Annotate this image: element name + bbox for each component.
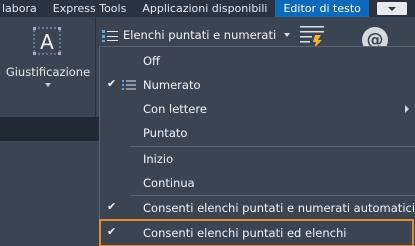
tab-collabora[interactable]: labora (0, 0, 45, 17)
menu-item-continua[interactable]: Continua (100, 171, 415, 195)
menu-item-con-lettere[interactable]: Con lettere (100, 97, 415, 121)
highlight-frame (99, 219, 414, 246)
tab-express-tools[interactable]: Express Tools (45, 0, 135, 17)
autocad-text-editor: labora Express Tools Applicazioni dispon… (0, 0, 415, 246)
bullets-numbering-menu: Off ✔ Numerato Con lettere Puntato Inizi… (99, 46, 415, 246)
bullets-numbering-label: Elenchi puntati e numerati (123, 28, 277, 42)
chevron-right-icon (405, 105, 409, 113)
ribbon-tab-bar: labora Express Tools Applicazioni dispon… (0, 0, 415, 17)
menu-item-consenti-automatici[interactable]: ✔ Consenti elenchi puntati e numerati au… (100, 196, 415, 220)
svg-text:A: A (40, 30, 54, 54)
chevron-down-icon[interactable] (45, 83, 51, 87)
checkmark-icon: ✔ (107, 77, 117, 90)
numbered-list-icon (122, 80, 136, 90)
chevron-down-icon (284, 33, 291, 37)
bullets-list-icon (102, 29, 118, 42)
menu-item-numerato[interactable]: ✔ Numerato (100, 73, 415, 97)
justification-label: Giustificazione (5, 65, 91, 79)
justification-icon[interactable]: A (32, 26, 62, 56)
justification-panel: A Giustificazione (0, 17, 96, 117)
tab-applicazioni-disponibili[interactable]: Applicazioni disponibili (134, 0, 275, 17)
menu-item-inizio[interactable]: Inizio (100, 147, 415, 171)
tab-editor-di-testo[interactable]: Editor di testo (275, 0, 369, 17)
ribbon-options-button[interactable] (377, 2, 407, 15)
bullets-numbering-dropdown[interactable]: Elenchi puntati e numerati (98, 25, 296, 45)
checkmark-icon: ✔ (107, 200, 117, 213)
menu-item-puntato[interactable]: Puntato (100, 121, 415, 145)
menu-item-off[interactable]: Off (100, 49, 415, 73)
chevron-down-icon (388, 6, 396, 11)
panel-title-strip (0, 117, 99, 141)
